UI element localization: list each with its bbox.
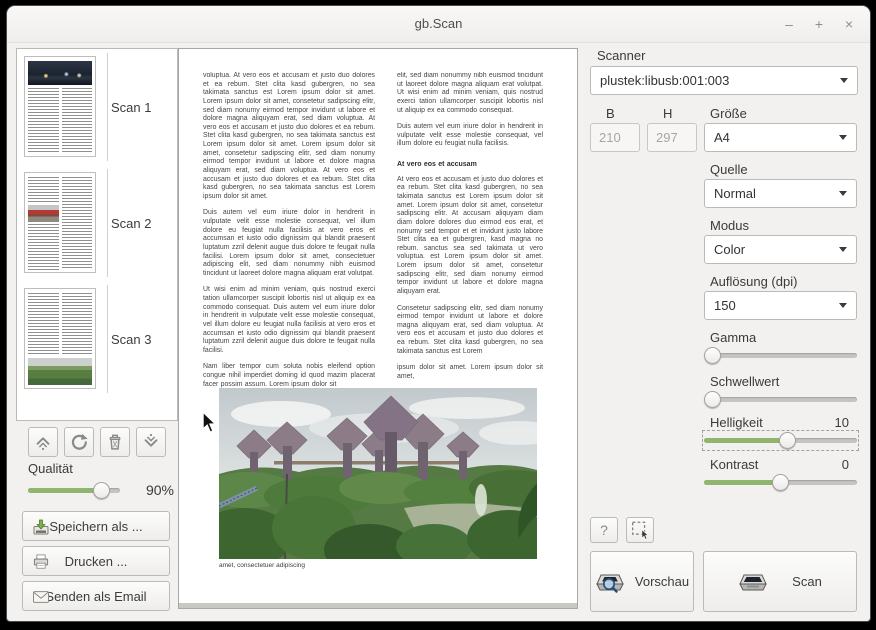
contrast-slider[interactable] — [704, 474, 857, 491]
scan-3-label: Scan 3 — [111, 281, 151, 397]
window-title: gb.Scan — [7, 16, 870, 31]
brightness-slider-handle[interactable] — [779, 432, 796, 449]
save-as-button[interactable]: Speichern als ... — [22, 511, 170, 541]
scan-1-thumbnail — [24, 56, 96, 157]
settings-panel: Scanner plustek:libusb:001:003 B H Größe… — [590, 46, 858, 616]
resolution-label: Auflösung (dpi) — [710, 274, 797, 289]
arrow-down-icon — [140, 431, 162, 453]
list-item-scan-2[interactable]: Scan 2 — [17, 165, 177, 281]
chevron-down-icon — [839, 135, 847, 140]
threshold-label: Schwellwert — [710, 374, 779, 389]
list-toolbar — [28, 427, 166, 457]
arrow-up-icon — [32, 431, 54, 453]
quality-value: 90% — [146, 482, 174, 498]
quality-slider[interactable] — [28, 482, 120, 499]
print-button[interactable]: Drucken ... — [22, 546, 170, 576]
scan-1-photo — [28, 61, 92, 85]
quality-row: 90% — [28, 482, 174, 500]
mode-dropdown[interactable]: Color — [704, 235, 857, 264]
trash-icon — [104, 431, 126, 453]
window-controls: – + × — [780, 15, 858, 33]
move-down-button[interactable] — [136, 427, 166, 457]
chevron-down-icon — [839, 247, 847, 252]
select-area-button[interactable] — [626, 517, 654, 543]
preview-bottom-margin — [179, 603, 577, 608]
scan-2-thumbnail — [24, 172, 96, 273]
document-column-1: voluptua. At vero eos et accusam et just… — [203, 72, 375, 388]
preview-button[interactable]: Vorschau — [590, 551, 694, 612]
list-item-scan-3[interactable]: Scan 3 — [17, 281, 177, 397]
gamma-slider-handle[interactable] — [704, 347, 721, 364]
app-window: gb.Scan – + × Scan 1 — [6, 5, 871, 622]
selection-icon — [629, 519, 651, 541]
titlebar: gb.Scan – + × — [7, 6, 870, 43]
contrast-value: 0 — [842, 457, 849, 472]
quality-label: Qualität — [28, 461, 73, 476]
mode-label: Modus — [710, 218, 749, 233]
scan-2-label: Scan 2 — [111, 165, 151, 281]
scan-button[interactable]: Scan — [703, 551, 857, 612]
size-label: Größe — [710, 106, 747, 121]
help-button[interactable]: ? — [590, 517, 618, 543]
source-dropdown[interactable]: Normal — [704, 179, 857, 208]
mouse-cursor — [201, 411, 218, 435]
email-icon — [31, 587, 51, 607]
printer-icon — [31, 552, 51, 572]
source-label: Quelle — [710, 162, 748, 177]
send-email-button[interactable]: Senden als Email — [22, 581, 170, 611]
chevron-down-icon — [839, 303, 847, 308]
close-button[interactable]: × — [840, 15, 858, 33]
scan-1-label: Scan 1 — [111, 49, 151, 165]
contrast-slider-handle[interactable] — [772, 474, 789, 491]
list-item-scan-1[interactable]: Scan 1 — [17, 49, 177, 165]
threshold-slider-handle[interactable] — [704, 391, 721, 408]
height-label: H — [663, 106, 672, 121]
size-dropdown[interactable]: A4 — [704, 123, 857, 152]
rotate-button[interactable] — [64, 427, 94, 457]
scan-list: Scan 1 Scan 2 — [16, 48, 178, 421]
gamma-label: Gamma — [710, 330, 756, 345]
document-heading: At vero eos et accusam — [397, 161, 543, 170]
photo-caption: amet, consectetuer adipiscing — [219, 562, 305, 569]
scan-2-photo — [28, 205, 59, 222]
scanner-label: Scanner — [597, 48, 645, 63]
brightness-label: Helligkeit — [710, 415, 763, 430]
quality-slider-handle[interactable] — [93, 482, 110, 499]
brightness-slider[interactable] — [704, 432, 857, 449]
contrast-label: Kontrast — [710, 457, 758, 472]
scan-3-photo — [28, 358, 92, 385]
brightness-value: 10 — [835, 415, 849, 430]
rotate-icon — [68, 431, 90, 453]
delete-button[interactable] — [100, 427, 130, 457]
height-field[interactable] — [647, 123, 697, 152]
scanner-device-dropdown[interactable]: plustek:libusb:001:003 — [590, 66, 858, 95]
threshold-slider[interactable] — [704, 391, 857, 408]
scanner-icon — [738, 569, 768, 595]
width-field[interactable] — [590, 123, 640, 152]
scanner-preview-icon — [595, 569, 625, 595]
chevron-down-icon — [839, 191, 847, 196]
document-preview[interactable]: voluptua. At vero eos et accusam et just… — [178, 48, 578, 609]
left-panel: Scan 1 Scan 2 — [16, 48, 178, 616]
maximize-button[interactable]: + — [810, 15, 828, 33]
chevron-down-icon — [840, 78, 848, 83]
document-column-2: elit, sed diam nonummy nibh euismod tinc… — [397, 72, 543, 388]
scan-3-thumbnail — [24, 288, 96, 389]
width-label: B — [606, 106, 615, 121]
gamma-slider[interactable] — [704, 347, 857, 364]
resolution-dropdown[interactable]: 150 — [704, 291, 857, 320]
document-photo — [219, 388, 537, 559]
minimize-button[interactable]: – — [780, 15, 798, 33]
move-up-button[interactable] — [28, 427, 58, 457]
save-icon — [31, 517, 51, 537]
